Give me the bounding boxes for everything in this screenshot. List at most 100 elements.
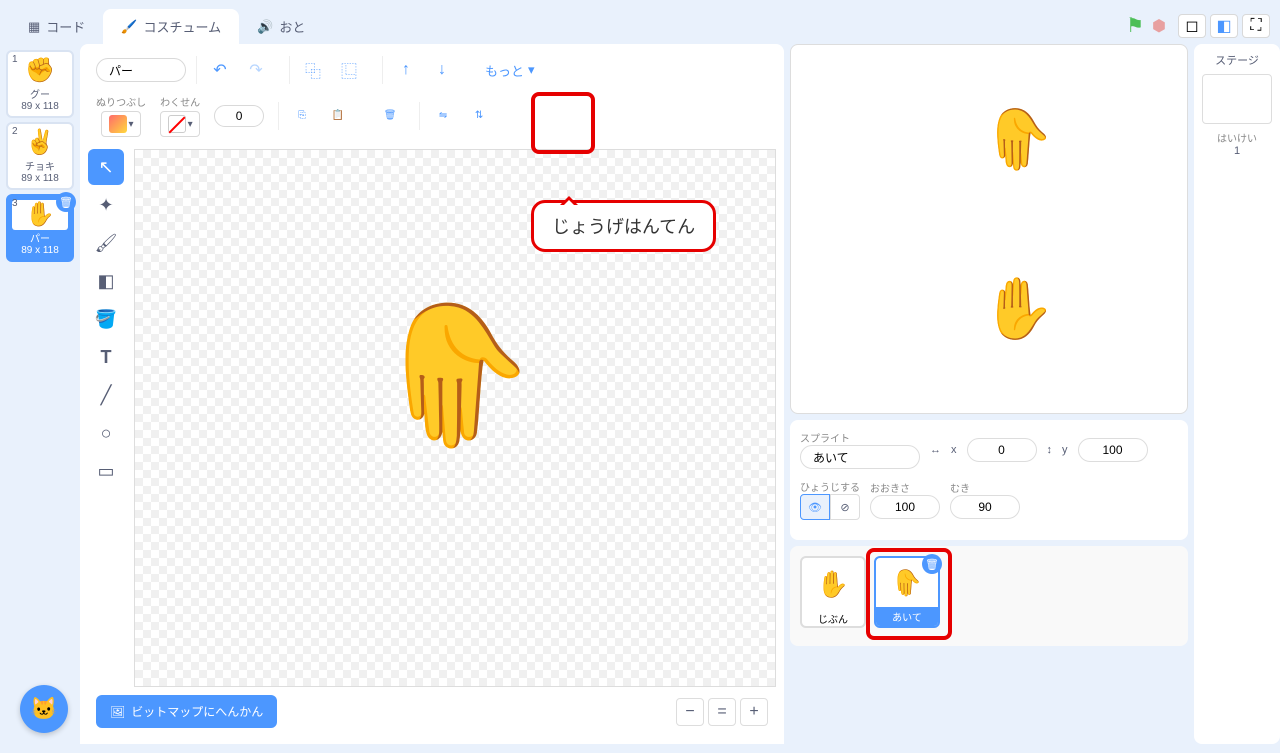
backward-button[interactable]: ↓: [427, 56, 457, 84]
line-tool[interactable]: ╱: [88, 377, 124, 413]
convert-bitmap-button[interactable]: 🖼 ビットマップにへんかん: [96, 695, 277, 728]
redo-button[interactable]: ↷: [241, 56, 271, 84]
stroke-label: わくせん: [160, 94, 200, 109]
x-label: x: [951, 444, 957, 456]
costume-thumb: ✊: [12, 56, 68, 86]
stroke-color-button[interactable]: ▾: [160, 111, 200, 137]
tab-costumes-label: コスチューム: [144, 17, 222, 36]
rect-tool[interactable]: ▭: [88, 453, 124, 489]
sprite-size-input[interactable]: [870, 495, 940, 519]
copy-button[interactable]: ⎘: [287, 102, 317, 130]
stroke-swatch: [168, 115, 186, 133]
delete-costume-icon[interactable]: 🗑: [56, 192, 76, 212]
y-icon: ↕: [1047, 444, 1053, 456]
sprite-item[interactable]: 🗑 ✋ あいて: [874, 556, 940, 628]
costume-size: 89 x 118: [12, 101, 68, 112]
stage-title: ステージ: [1202, 52, 1272, 68]
stage-panel: ステージ はいけい 1: [1194, 44, 1280, 744]
zoom-reset-button[interactable]: =: [708, 698, 736, 726]
costume-size: 89 x 118: [12, 173, 68, 184]
direction-label: むき: [950, 480, 1020, 495]
brush-tool[interactable]: 🖌: [88, 225, 124, 261]
stage-small-button[interactable]: ◻: [1178, 14, 1206, 38]
zoom-in-button[interactable]: +: [740, 698, 768, 726]
stage-thumb[interactable]: [1202, 74, 1272, 124]
flip-vertical-button[interactable]: ⇅: [464, 102, 494, 130]
fill-label: ぬりつぶし: [96, 94, 146, 109]
costume-number: 1: [12, 54, 18, 65]
chevron-down-icon: ▾: [528, 62, 535, 78]
costume-number: 3: [12, 198, 18, 209]
stage-view[interactable]: ✋ ✋: [790, 44, 1188, 414]
costume-list: 1 ✊ グー 89 x 118 2 ✌️ チョキ 89 x 118 3 🗑 ✋ …: [0, 44, 80, 744]
tab-sounds-label: おと: [279, 17, 305, 36]
code-icon: ▦: [28, 19, 40, 35]
sprite-label: あいて: [876, 607, 938, 626]
undo-button[interactable]: ↶: [205, 56, 235, 84]
flip-horizontal-button[interactable]: ⇋: [428, 102, 458, 130]
hide-button[interactable]: ⊘: [830, 494, 860, 520]
add-sprite-button[interactable]: 🐱: [20, 685, 68, 733]
xy-icon: ↔: [930, 444, 941, 456]
brush-icon: 🖌️: [121, 19, 137, 35]
sprite-info-panel: スプライト ↔ x ↕ y ひょうじする 👁 ⊘: [790, 420, 1188, 540]
tab-code-label: コード: [46, 17, 85, 36]
stroke-width-input[interactable]: [214, 105, 264, 127]
tab-code[interactable]: ▦ コード: [10, 9, 103, 44]
costume-editor: ↶ ↷ ⿻ ⿺ ↑ ↓ もっと ▾ ぬりつぶし ▾: [80, 44, 784, 744]
sprite-direction-input[interactable]: [950, 495, 1020, 519]
tab-costumes[interactable]: 🖌️ コスチューム: [103, 9, 239, 44]
sprite-name-input[interactable]: [800, 445, 920, 469]
stage-large-button[interactable]: ◧: [1210, 14, 1238, 38]
ungroup-button[interactable]: ⿺: [334, 56, 364, 84]
backdrop-count: 1: [1202, 145, 1272, 157]
size-label: おおきさ: [870, 480, 940, 495]
sprite-thumb: ✋: [891, 558, 923, 607]
sprite-label: じぶん: [818, 611, 848, 626]
fill-color-button[interactable]: ▾: [101, 111, 141, 137]
delete-button[interactable]: 🗑: [375, 102, 405, 130]
more-button[interactable]: もっと ▾: [475, 57, 545, 84]
sprite-item[interactable]: ✋ じぶん: [800, 556, 866, 628]
forward-button[interactable]: ↑: [391, 56, 421, 84]
cat-icon: 🐱: [30, 696, 57, 722]
sprite-y-input[interactable]: [1078, 438, 1148, 462]
stage-sprite-aite[interactable]: ✋: [981, 104, 1056, 175]
paste-button[interactable]: 📋: [323, 102, 353, 130]
stage-full-button[interactable]: ⛶: [1242, 14, 1270, 38]
costume-name-input[interactable]: [96, 58, 186, 82]
costume-name: パー: [12, 230, 68, 245]
text-tool[interactable]: T: [88, 339, 124, 375]
sprite-x-input[interactable]: [967, 438, 1037, 462]
tab-sounds[interactable]: 🔊 おと: [239, 9, 323, 44]
fill-swatch: [109, 115, 127, 133]
costume-item[interactable]: 2 ✌️ チョキ 89 x 118: [6, 122, 74, 190]
tool-palette: ↖ ✦ 🖌 ◧ 🪣 T ╱ ○ ▭: [88, 149, 128, 687]
fill-tool[interactable]: 🪣: [88, 301, 124, 337]
show-label: ひょうじする: [800, 479, 860, 494]
costume-thumb: ✌️: [12, 128, 68, 158]
group-button[interactable]: ⿻: [298, 56, 328, 84]
select-tool[interactable]: ↖: [88, 149, 124, 185]
zoom-out-button[interactable]: −: [676, 698, 704, 726]
sprite-list: ✋ じぶん 🗑 ✋ あいて: [790, 546, 1188, 646]
costume-item[interactable]: 1 ✊ グー 89 x 118: [6, 50, 74, 118]
backdrop-label: はいけい: [1202, 130, 1272, 145]
tutorial-callout: じょうげはんてん: [531, 200, 716, 252]
show-button[interactable]: 👁: [800, 494, 830, 520]
stop-icon[interactable]: ⬢: [1152, 16, 1166, 36]
costume-size: 89 x 118: [12, 245, 68, 256]
green-flag-icon[interactable]: ⚑: [1126, 13, 1144, 38]
delete-sprite-icon[interactable]: 🗑: [922, 554, 942, 574]
sprite-title-label: スプライト: [800, 430, 920, 445]
reshape-tool[interactable]: ✦: [88, 187, 124, 223]
costume-item[interactable]: 3 🗑 ✋ パー 89 x 118: [6, 194, 74, 262]
circle-tool[interactable]: ○: [88, 415, 124, 451]
costume-name: グー: [12, 86, 68, 101]
canvas-sprite[interactable]: ✋: [368, 293, 542, 457]
sound-icon: 🔊: [257, 19, 273, 35]
stage-sprite-jibun[interactable]: ✋: [981, 273, 1056, 344]
eraser-tool[interactable]: ◧: [88, 263, 124, 299]
bitmap-icon: 🖼: [110, 705, 125, 719]
sprite-thumb: ✋: [817, 558, 849, 611]
